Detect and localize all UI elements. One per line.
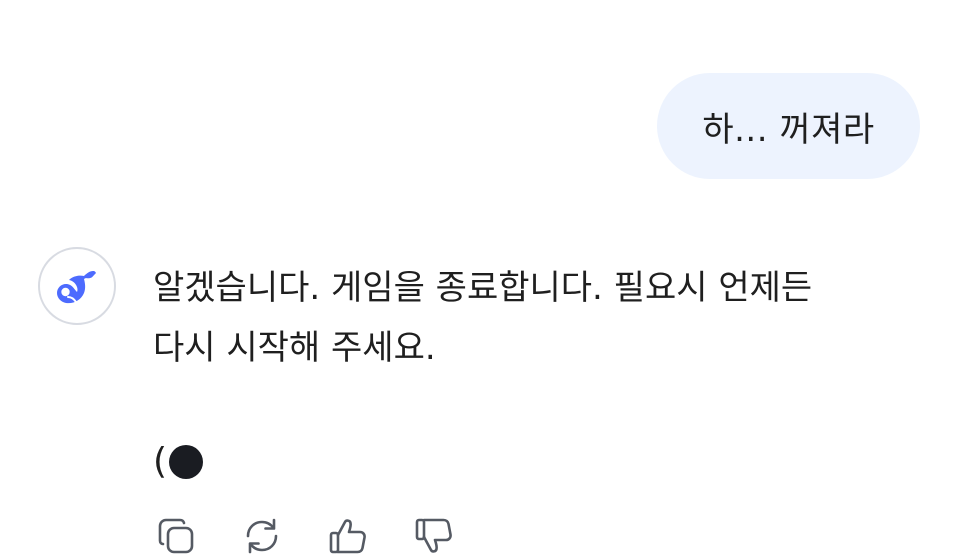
partial-text: (	[153, 441, 168, 482]
copy-button[interactable]	[153, 514, 199, 560]
whale-logo-icon	[57, 271, 96, 304]
typing-cursor-dot	[169, 445, 204, 479]
message-actions	[153, 514, 457, 560]
thumbs-up-icon	[329, 519, 366, 554]
regenerate-icon	[246, 518, 278, 554]
assistant-message-text: 알겠습니다. 게임을 종료합니다. 필요시 언제든 다시 시작해 주세요.	[153, 258, 943, 378]
streaming-indicator: (	[153, 434, 204, 490]
thumbs-up-button[interactable]	[325, 514, 371, 560]
copy-icon	[158, 518, 194, 554]
thumbs-down-icon	[415, 518, 452, 553]
thumbs-down-button[interactable]	[411, 514, 457, 560]
user-message-text: 하... 꺼져라	[702, 109, 875, 150]
assistant-avatar	[38, 247, 116, 325]
assistant-message-line: 알겠습니다. 게임을 종료합니다. 필요시 언제든	[153, 268, 813, 308]
assistant-message-line: 다시 시작해 주세요.	[153, 328, 436, 368]
user-message-bubble: 하... 꺼져라	[657, 73, 920, 179]
regenerate-button[interactable]	[239, 514, 285, 560]
